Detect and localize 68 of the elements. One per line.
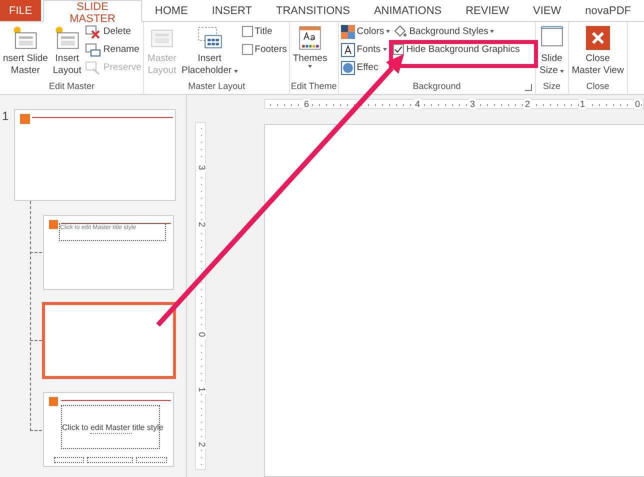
ribbon-tab[interactable]: ANIMATIONS (362, 0, 453, 21)
layout-thumbnail[interactable]: Click to edit Master title style (43, 392, 174, 467)
ribbon-tab[interactable]: REVIEW (454, 0, 520, 21)
ruler-label: 1 (579, 99, 586, 109)
layout-thumbnail[interactable] (42, 302, 176, 379)
ribbon-tab[interactable]: VIEW (522, 0, 572, 21)
ruler-label: 0 (634, 99, 642, 109)
ruler-label: 2 (197, 440, 206, 449)
group-label: Edit Master (48, 80, 94, 93)
ruler-label: 4 (414, 99, 422, 109)
paint-bucket-icon (393, 24, 408, 38)
accent-square (20, 114, 30, 124)
ribbon-button[interactable]: Insert Placeholder (179, 24, 240, 80)
checkbox[interactable]: Footers (240, 42, 288, 57)
ruler-label: 0 (197, 330, 206, 339)
caret-icon (308, 65, 312, 68)
ribbon-tab[interactable]: HOME (144, 0, 199, 21)
ribbon-tab[interactable]: novaPDF (574, 0, 642, 21)
ribbon-button[interactable]: Background Styles (392, 24, 521, 39)
layout-sparkle-icon (12, 25, 38, 51)
ribbon-button[interactable]: Fonts (340, 42, 392, 57)
ruler-label: 2 (524, 99, 532, 109)
accent-square (49, 220, 58, 229)
ribbon-button[interactable]: Colors (340, 24, 392, 39)
caret-icon (382, 48, 386, 51)
ribbon-tab[interactable]: SLIDE MASTER (43, 0, 142, 22)
fonts-icon (340, 42, 355, 56)
group-label: Edit Theme (290, 80, 337, 93)
delete-icon (85, 24, 102, 38)
ribbon-button[interactable]: Delete (84, 24, 142, 39)
ruler-label: 2 (197, 220, 206, 229)
checkmark-icon (394, 45, 404, 54)
ribbon-button[interactable]: Effec (340, 60, 392, 75)
ribbon-button[interactable]: Rename (84, 42, 142, 57)
caret-icon (560, 70, 564, 72)
ribbon-button[interactable]: Insert Layout (50, 24, 84, 80)
group-label: Background (412, 80, 461, 93)
slide-number: 1 (1, 109, 10, 123)
ribbon-button[interactable]: Slide Size (536, 24, 567, 80)
effects-icon (340, 60, 355, 74)
ribbon-button[interactable]: Themes (290, 24, 330, 80)
checkbox[interactable]: Hide Background Graphics (392, 42, 521, 57)
group-label: Size (542, 80, 560, 93)
rename-icon (85, 42, 102, 56)
placeholder-icon (196, 25, 223, 51)
ribbon-tab[interactable]: FILE (0, 0, 42, 21)
caret-icon (490, 30, 494, 33)
ruler-label: 6 (303, 99, 310, 109)
caret-icon (234, 70, 238, 72)
ribbon-button[interactable]: nsert Slide Master (1, 24, 50, 80)
ribbon-button[interactable]: Close Master View (570, 24, 626, 80)
ribbon-tab[interactable]: INSERT (200, 0, 264, 21)
themes-icon (297, 25, 324, 51)
ruler-label: 1 (197, 385, 206, 394)
title-placeholder: Click to edit Master title style (62, 423, 164, 432)
accent-square (49, 397, 58, 406)
group-label: Master Layout (188, 80, 246, 93)
close-icon (584, 25, 611, 51)
layout-sparkle-icon (54, 25, 80, 51)
checkbox[interactable]: Title (240, 24, 288, 39)
caret-icon (386, 30, 390, 33)
dialog-launcher-icon[interactable] (524, 84, 532, 91)
ruler-label: 3 (469, 99, 476, 109)
ribbon-tab[interactable]: TRANSITIONS (265, 0, 361, 21)
ruler-label: 3 (197, 163, 206, 172)
slide-thumbnail[interactable] (14, 109, 176, 201)
group-label: Close (586, 80, 610, 93)
colors-icon (340, 24, 355, 38)
